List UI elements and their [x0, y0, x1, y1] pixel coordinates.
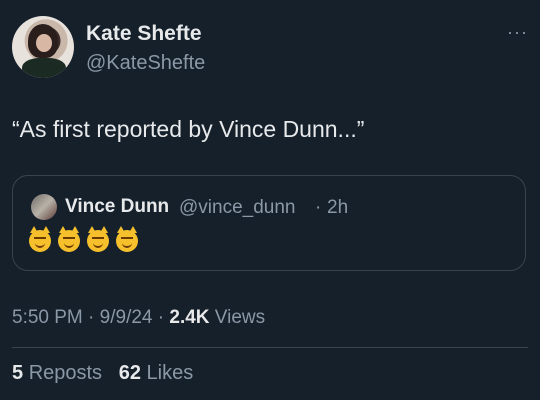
engagement-stats: 5 Reposts 62 Likes [12, 362, 193, 385]
likes-count: 62 [118, 362, 141, 384]
tweet-date[interactable]: 9/9/24 [100, 307, 153, 328]
reposts-count: 5 [12, 362, 24, 384]
quoted-author-name[interactable]: Vince Dunn [65, 196, 169, 218]
quoted-author-handle[interactable]: @vince_dunn [179, 197, 295, 219]
quoted-emoji-row [29, 226, 145, 252]
tweet-header: Kate Shefte @KateShefte ··· [12, 16, 528, 80]
avatar-face [36, 34, 52, 52]
views-count: 2.4K [169, 307, 210, 328]
views-label: Views [214, 307, 266, 328]
quoted-author-avatar[interactable] [31, 194, 57, 220]
reposts-link[interactable]: 5 Reposts [12, 362, 102, 384]
tweet-time[interactable]: 5:50 PM [12, 307, 83, 328]
author-handle[interactable]: @KateShefte [86, 52, 205, 75]
smirking-cat-emoji [116, 226, 138, 252]
quoted-timestamp[interactable]: 2h [327, 197, 348, 219]
smirking-cat-emoji [58, 226, 80, 252]
likes-link[interactable]: 62 Likes [119, 362, 194, 384]
reposts-label: Reposts [28, 362, 103, 384]
likes-label: Likes [146, 362, 194, 384]
meta-separator: · [157, 307, 165, 328]
tweet-text: “As first reported by Vince Dunn...” [12, 116, 365, 142]
meta-separator: · [88, 307, 95, 328]
author-avatar[interactable] [12, 16, 74, 78]
smirking-cat-emoji [87, 226, 109, 252]
author-name[interactable]: Kate Shefte [86, 22, 202, 46]
avatar-body [22, 58, 66, 78]
divider [12, 347, 528, 348]
smirking-cat-emoji [29, 226, 51, 252]
more-options-icon[interactable]: ··· [507, 22, 528, 43]
tweet-meta: 5:50 PM · 9/9/24 · 2.4K Views [12, 307, 265, 329]
quoted-separator: · [315, 197, 322, 218]
quoted-tweet-card[interactable]: Vince Dunn @vince_dunn · 2h [12, 175, 526, 271]
